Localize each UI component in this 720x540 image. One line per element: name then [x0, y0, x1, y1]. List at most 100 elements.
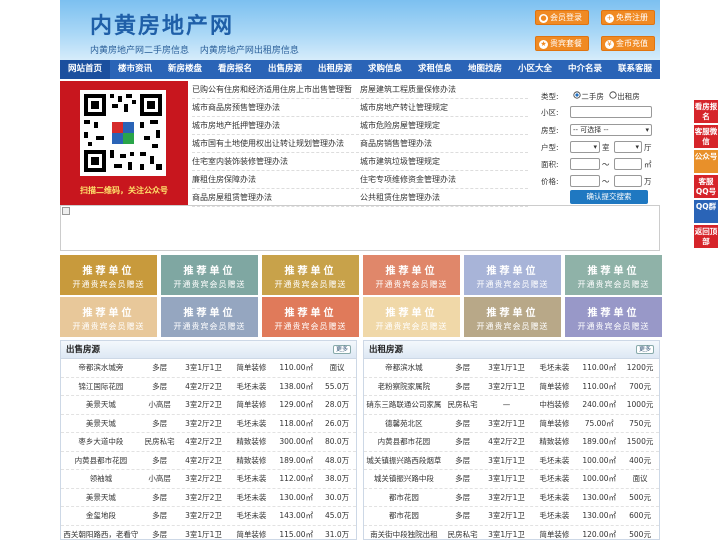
recommend-ad-slot[interactable]: 推荐单位 开通贵宾会员赠送 — [262, 255, 359, 295]
vip-package-button[interactable]: ★ 贵宾套餐 — [535, 36, 589, 51]
table-row[interactable]: 城关镇振兴路中段 多层 3室1厅1卫 毛坯未装 100.00㎡ 面议 — [364, 470, 659, 489]
side-item-1[interactable]: 客服微信 — [694, 125, 718, 148]
nav-item-8[interactable]: 地图找房 — [460, 60, 510, 79]
recommend-ad-slot[interactable]: 推荐单位 开通贵宾会员赠送 — [161, 297, 258, 337]
table-cell[interactable]: 枣乡大道中段 — [61, 433, 141, 451]
table-row[interactable]: 内黄县都市花园 多层 4室2厅2卫 精致装修 189.00㎡ 1500元 — [364, 433, 659, 452]
nav-item-9[interactable]: 小区大全 — [510, 60, 560, 79]
policy-link[interactable]: 住宅专项维修资金管理办法 — [360, 171, 528, 188]
area-min-input[interactable] — [570, 158, 600, 170]
policy-link[interactable]: 城市建筑垃圾管理规定 — [360, 153, 528, 170]
policy-link[interactable]: 城市房地产转让管理规定 — [360, 99, 528, 116]
recommend-ad-slot[interactable]: 推荐单位 开通贵宾会员赠送 — [363, 297, 460, 337]
register-button[interactable]: + 免费注册 — [601, 10, 655, 25]
table-cell[interactable]: 都市花园 — [364, 507, 444, 525]
shi-select[interactable]: ▾ — [570, 141, 600, 153]
nav-item-2[interactable]: 新房楼盘 — [160, 60, 210, 79]
table-row[interactable]: 硝东三路联通公司家属 民房私宅 — 中档装修 240.00㎡ 1000元 — [364, 396, 659, 415]
policy-link[interactable]: 商品房屋租赁管理办法 — [192, 189, 360, 206]
ting-select[interactable]: ▾ — [614, 141, 642, 153]
table-cell[interactable]: 德馨苑北区 — [364, 415, 444, 433]
login-button[interactable]: ● 会员登录 — [535, 10, 589, 25]
table-cell[interactable]: 城关镇振兴路西段烟草 — [364, 452, 444, 470]
table-cell[interactable]: 城关镇振兴路中段 — [364, 470, 444, 488]
side-item-3[interactable]: 客服QQ号 — [694, 175, 718, 198]
table-row[interactable]: 南关街中段独院出租 民房私宅 3室1厅1卫 简单装修 120.00㎡ 500元 — [364, 526, 659, 540]
table-row[interactable]: 帝都滨水城 多层 3室1厅1卫 毛坯未装 110.00㎡ 1200元 — [364, 359, 659, 378]
site-title[interactable]: 内黄房地产网 — [90, 8, 234, 40]
rent-more-button[interactable]: 更多 — [636, 345, 654, 354]
table-cell[interactable]: 老粉察院家属院 — [364, 378, 444, 396]
table-cell[interactable]: 内黄县都市花园 — [61, 452, 141, 470]
table-row[interactable]: 领袖城 小高层 3室2厅2卫 毛坯未装 112.00㎡ 38.0万 — [61, 470, 356, 489]
table-cell[interactable]: 美景天城 — [61, 396, 141, 414]
table-row[interactable]: 老粉察院家属院 多层 3室2厅1卫 简单装修 110.00㎡ 700元 — [364, 378, 659, 396]
nav-item-6[interactable]: 求购信息 — [360, 60, 410, 79]
table-row[interactable]: 德馨苑北区 多层 3室2厅1卫 简单装修 75.00㎡ 750元 — [364, 415, 659, 433]
table-cell[interactable]: 内黄县都市花园 — [364, 433, 444, 451]
price-min-input[interactable] — [570, 175, 600, 187]
table-cell[interactable]: 都市花园 — [364, 489, 444, 507]
nav-item-11[interactable]: 联系客服 — [610, 60, 660, 79]
table-row[interactable]: 帝都滨水城旁 多层 3室1厅1卫 简单装修 110.00㎡ 面议 — [61, 359, 356, 378]
side-item-5[interactable]: 返回顶部 — [694, 225, 718, 248]
radio-chuzu[interactable]: 出租房 — [609, 91, 640, 101]
policy-link[interactable]: 已购公有住房和经济适用住房上市出售管理暂 — [192, 81, 360, 98]
table-row[interactable]: 金玺地段 多层 3室2厅2卫 毛坯未装 143.00㎡ 45.0万 — [61, 507, 356, 526]
table-row[interactable]: 内黄县都市花园 多层 4室2厅2卫 精致装修 189.00㎡ 48.0万 — [61, 452, 356, 470]
table-row[interactable]: 城关镇振兴路西段烟草 多层 3室1厅1卫 毛坯未装 100.00㎡ 400元 — [364, 452, 659, 470]
table-cell[interactable]: 南关街中段独院出租 — [364, 526, 444, 540]
table-row[interactable]: 枣乡大道中段 民房私宅 4室2厅2卫 精致装修 300.00㎡ 80.0万 — [61, 433, 356, 452]
recommend-ad-slot[interactable]: 推荐单位 开通贵宾会员赠送 — [262, 297, 359, 337]
policy-link[interactable]: 住宅室内装饰装修管理办法 — [192, 153, 360, 170]
recommend-ad-slot[interactable]: 推荐单位 开通贵宾会员赠送 — [464, 255, 561, 295]
policy-link[interactable]: 城市国有土地使用权出让转让规划管理办法 — [192, 135, 360, 152]
recommend-ad-slot[interactable]: 推荐单位 开通贵宾会员赠送 — [464, 297, 561, 337]
banner-image[interactable] — [60, 205, 660, 251]
recommend-ad-slot[interactable]: 推荐单位 开通贵宾会员赠送 — [161, 255, 258, 295]
table-cell[interactable]: 金玺地段 — [61, 507, 141, 525]
area-max-input[interactable] — [614, 158, 642, 170]
nav-item-5[interactable]: 出租房源 — [310, 60, 360, 79]
recommend-ad-slot[interactable]: 推荐单位 开通贵宾会员赠送 — [60, 297, 157, 337]
recommend-ad-slot[interactable]: 推荐单位 开通贵宾会员赠送 — [565, 255, 662, 295]
radio-ershou[interactable]: 二手房 — [573, 91, 604, 101]
nav-item-10[interactable]: 中介名录 — [560, 60, 610, 79]
xiaoqu-input[interactable] — [570, 106, 652, 118]
side-item-0[interactable]: 看房报名 — [694, 100, 718, 123]
nav-item-1[interactable]: 楼市资讯 — [110, 60, 160, 79]
table-row[interactable]: 美景天城 多层 3室2厅2卫 毛坯未装 118.00㎡ 26.0万 — [61, 415, 356, 433]
table-cell[interactable]: 锦江国际花园 — [61, 378, 141, 396]
policy-link[interactable]: 公共租赁住房管理办法 — [360, 189, 528, 206]
nav-item-0[interactable]: 网站首页 — [60, 60, 110, 79]
recommend-ad-slot[interactable]: 推荐单位 开通贵宾会员赠送 — [60, 255, 157, 295]
table-row[interactable]: 西关朝阳路西，老看守 多层 3室1厅1卫 简单装修 115.00㎡ 31.0万 — [61, 526, 356, 540]
nav-item-7[interactable]: 求租信息 — [410, 60, 460, 79]
recommend-ad-slot[interactable]: 推荐单位 开通贵宾会员赠送 — [363, 255, 460, 295]
table-row[interactable]: 都市花园 多层 3室2厅1卫 毛坯未装 130.00㎡ 500元 — [364, 489, 659, 507]
table-cell[interactable]: 帝都滨水城旁 — [61, 359, 141, 377]
policy-link[interactable]: 城市房地产抵押管理办法 — [192, 117, 360, 134]
recommend-ad-slot[interactable]: 推荐单位 开通贵宾会员赠送 — [565, 297, 662, 337]
policy-link[interactable]: 商品房销售管理办法 — [360, 135, 528, 152]
side-item-2[interactable]: 公众号 — [694, 150, 718, 173]
table-row[interactable]: 美景天城 小高层 3室2厅2卫 简单装修 129.00㎡ 28.0万 — [61, 396, 356, 415]
price-max-input[interactable] — [614, 175, 642, 187]
table-cell[interactable]: 帝都滨水城 — [364, 359, 444, 377]
policy-link[interactable]: 城市商品房预售管理办法 — [192, 99, 360, 116]
fangxing-select[interactable]: -- 可选择 -- ▾ — [570, 124, 652, 136]
nav-item-3[interactable]: 看房报名 — [210, 60, 260, 79]
table-cell[interactable]: 美景天城 — [61, 489, 141, 507]
policy-link[interactable]: 城市危险房屋管理规定 — [360, 117, 528, 134]
side-item-4[interactable]: QQ群 — [694, 200, 718, 223]
table-cell[interactable]: 西关朝阳路西，老看守 — [61, 526, 141, 540]
table-row[interactable]: 都市花园 多层 3室2厅1卫 毛坯未装 130.00㎡ 600元 — [364, 507, 659, 526]
table-row[interactable]: 锦江国际花园 多层 4室2厅2卫 毛坯未装 138.00㎡ 55.0万 — [61, 378, 356, 396]
table-cell[interactable]: 领袖城 — [61, 470, 141, 488]
nav-item-4[interactable]: 出售房源 — [260, 60, 310, 79]
table-row[interactable]: 美景天城 多层 3室2厅2卫 毛坯未装 130.00㎡ 30.0万 — [61, 489, 356, 507]
coin-recharge-button[interactable]: ¥ 金币充值 — [601, 36, 655, 51]
policy-link[interactable]: 房屋建筑工程质量保修办法 — [360, 81, 528, 98]
search-submit-button[interactable]: 确认提交搜索 — [570, 190, 648, 204]
table-cell[interactable]: 美景天城 — [61, 415, 141, 433]
